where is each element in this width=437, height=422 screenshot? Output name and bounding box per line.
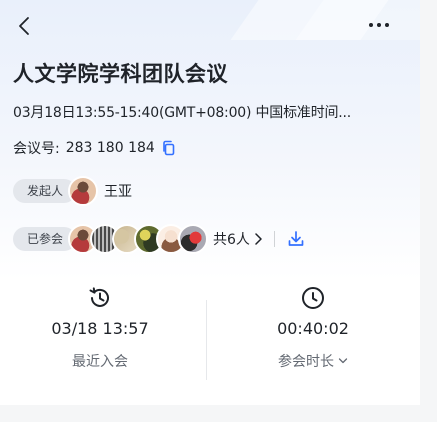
meeting-stats: 03/18 13:57 最近入会 00:40:02 参会时长 [0,285,420,385]
more-button[interactable] [364,16,394,34]
host-avatar[interactable] [68,176,99,206]
divider [273,231,275,247]
meeting-id-value: 283 180 184 [65,140,155,156]
attendees-row: 已参会 共6人 [13,224,305,254]
footer-bar [0,405,420,422]
meeting-id-label: 会议号: [13,141,60,157]
host-row: 发起人 王亚 [13,176,132,206]
recent-join-stat: 03/18 13:57 最近入会 [0,285,200,371]
attendee-avatar [178,224,209,254]
duration-stat: 00:40:02 参会时长 [213,285,413,371]
meeting-title: 人文学院学科团队会议 [13,62,228,86]
attendees-count-button[interactable]: 共6人 [213,229,262,249]
duration-value: 00:40:02 [277,319,349,338]
chevron-left-icon [19,17,29,35]
attendees-count: 共6人 [213,232,250,248]
stats-divider [206,300,207,380]
chevron-right-icon [255,233,262,245]
host-name: 王亚 [104,184,133,200]
meeting-time: 03月18日13:55-15:40(GMT+08:00) 中国标准时间... [13,105,352,121]
duration-label-button[interactable]: 参会时长 [213,351,413,371]
chevron-down-icon [338,358,348,364]
download-icon[interactable] [287,230,305,248]
recent-join-label: 最近入会 [72,354,128,370]
window-edge [420,0,437,422]
duration-label: 参会时长 [278,354,334,370]
recent-join-value: 03/18 13:57 [51,319,149,338]
back-button[interactable] [13,14,35,38]
attendees-tag: 已参会 [13,227,77,251]
attendee-avatars[interactable] [68,224,209,254]
meeting-id-row: 会议号: 283 180 184 [13,138,177,158]
clock-icon [213,285,413,311]
copy-icon[interactable] [161,140,177,156]
more-horizontal-icon [369,23,373,27]
host-tag: 发起人 [13,179,77,203]
meeting-detail-panel: 人文学院学科团队会议 03月18日13:55-15:40(GMT+08:00) … [0,0,437,422]
history-clock-icon [0,285,200,311]
